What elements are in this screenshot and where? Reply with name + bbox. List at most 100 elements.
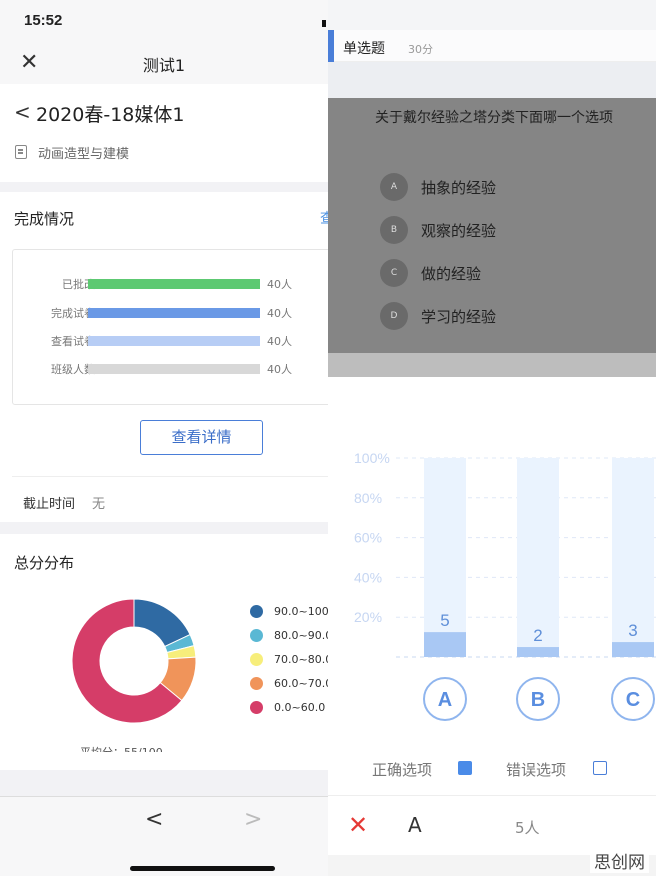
progress-fill <box>88 279 260 289</box>
progress-track <box>88 336 260 346</box>
divider <box>12 476 328 477</box>
course-name[interactable]: 2020春-18媒体1 <box>36 100 184 127</box>
option-c[interactable]: C 做的经验 <box>380 259 656 287</box>
average-score-text: 平均分：55/100 <box>80 744 163 752</box>
top-strip <box>328 0 656 30</box>
deadline-label: 截止时间 <box>23 497 76 512</box>
bar-value-label: 5 <box>440 611 449 630</box>
nav-title: 测试1 <box>142 56 186 75</box>
answer-row[interactable]: ✕ A 5人 <box>328 795 656 855</box>
y-tick-label: 40% <box>354 569 382 585</box>
status-time: 15:52 <box>24 12 63 29</box>
view-more-link[interactable]: 查 <box>320 208 328 228</box>
category-label: B <box>531 689 545 711</box>
chart-legend: 正确选项 错误选项 <box>328 755 656 785</box>
y-tick-label: 60% <box>354 530 382 546</box>
completion-card: 完成情况 查 已批改 40人 完成试卷 40人 查看试卷 40人 班级人数 40… <box>0 192 328 522</box>
legend-item[interactable]: 70.0~80.0 <box>250 652 328 668</box>
course-subtitle: 动画造型与建模 <box>38 147 130 162</box>
option-letter: B <box>380 216 408 244</box>
legend-item[interactable]: 60.0~70.0 <box>250 676 328 692</box>
option-text: 学习的经验 <box>421 308 497 326</box>
progress-track <box>88 364 260 374</box>
progress-row-class: 班级人数 40人 <box>13 359 328 379</box>
category-label: C <box>626 689 640 711</box>
progress-row-completed: 完成试卷 40人 <box>13 303 328 323</box>
legend-label: 0.0~60.0 <box>274 701 326 714</box>
view-details-button[interactable]: 查看详情 <box>140 420 263 455</box>
progress-count: 40人 <box>267 335 292 348</box>
wrong-mark-icon: ✕ <box>348 811 369 839</box>
option-letter: A <box>380 173 408 201</box>
legend-label: 60.0~70.0 <box>274 677 328 690</box>
answer-bar-chart: 100% 80% 60% 40% 20% 5 A 2 B 3 C <box>354 450 656 721</box>
score-donut-chart <box>71 598 197 724</box>
option-a[interactable]: A 抽象的经验 <box>380 173 656 201</box>
legend-wrong-swatch <box>593 761 607 775</box>
y-tick-label: 80% <box>354 490 382 506</box>
bottom-toolbar: < > <box>0 796 328 876</box>
progress-fill <box>88 336 260 346</box>
legend-label: 70.0~80.0 <box>274 653 328 666</box>
category-label: A <box>438 689 452 711</box>
completion-heading: 完成情况 <box>14 210 75 228</box>
deadline-value: 无 <box>92 497 106 512</box>
progress-fill <box>88 308 260 318</box>
progress-track <box>88 308 260 318</box>
progress-count: 40人 <box>267 363 292 376</box>
legend-wrong-label: 错误选项 <box>506 761 567 779</box>
score-distribution-card: 总分分布 90.0~100.0 80.0~90.0 70.0~80.0 60.0… <box>0 534 328 770</box>
option-d[interactable]: D 学习的经验 <box>380 302 656 330</box>
back-icon[interactable]: < <box>14 100 31 124</box>
option-text: 做的经验 <box>421 265 482 283</box>
option-letter: C <box>380 259 408 287</box>
previous-icon[interactable]: < <box>145 807 163 832</box>
question-header: 单选题 30分 <box>328 30 656 62</box>
option-letter: D <box>380 302 408 330</box>
progress-track <box>88 279 260 289</box>
course-card: < 2020春-18媒体1 动画造型与建模 <box>0 84 328 182</box>
progress-row-graded: 已批改 40人 <box>13 274 328 294</box>
screen: 15:52 ✕ 测试1 < 2020春-18媒体1 动画造型与建模 完成情况 查… <box>0 0 656 876</box>
legend-dot <box>250 629 263 642</box>
bar-C[interactable] <box>612 642 654 657</box>
option-text: 观察的经验 <box>421 222 497 240</box>
option-text: 抽象的经验 <box>421 179 497 197</box>
option-b[interactable]: B 观察的经验 <box>380 216 656 244</box>
nav-bar: ✕ 测试1 <box>0 44 328 84</box>
legend-label: 80.0~90.0 <box>274 629 328 642</box>
legend-correct-label: 正确选项 <box>372 761 433 779</box>
question-score: 30分 <box>408 43 433 56</box>
bar-B[interactable] <box>517 647 559 657</box>
right-panel: 单选题 30分 关于戴尔经验之塔分类下面哪一个选项 A 抽象的经验 B 观察的经… <box>328 0 656 876</box>
question-spacer <box>328 62 656 98</box>
y-tick-label: 100% <box>354 450 390 466</box>
legend-label: 90.0~100.0 <box>274 605 328 618</box>
legend-correct-swatch <box>458 761 472 775</box>
bar-A[interactable] <box>424 632 466 657</box>
answer-letter: A <box>408 813 422 837</box>
distribution-heading: 总分分布 <box>14 554 75 572</box>
progress-fill <box>88 364 260 374</box>
legend-dot <box>250 605 263 618</box>
progress-box: 已批改 40人 完成试卷 40人 查看试卷 40人 班级人数 40人 <box>12 249 328 405</box>
progress-row-viewed: 查看试卷 40人 <box>13 331 328 351</box>
progress-count: 40人 <box>267 307 292 320</box>
status-bar: 15:52 <box>0 0 328 44</box>
answer-count: 5人 <box>515 819 540 837</box>
progress-count: 40人 <box>267 278 292 291</box>
legend-item[interactable]: 80.0~90.0 <box>250 628 328 644</box>
document-icon <box>15 145 27 159</box>
question-text: 关于戴尔经验之塔分类下面哪一个选项 <box>375 110 613 126</box>
bar-value-label: 3 <box>628 621 637 640</box>
left-panel: 15:52 ✕ 测试1 < 2020春-18媒体1 动画造型与建模 完成情况 查… <box>0 0 328 876</box>
bar-value-label: 2 <box>533 626 542 645</box>
home-indicator <box>130 866 275 871</box>
question-band <box>328 353 656 377</box>
legend-item[interactable]: 0.0~60.0 <box>250 700 328 716</box>
legend-item[interactable]: 90.0~100.0 <box>250 604 328 620</box>
legend-dot <box>250 677 263 690</box>
legend-dot <box>250 701 263 714</box>
next-icon[interactable]: > <box>244 807 262 832</box>
question-type: 单选题 <box>343 41 385 57</box>
